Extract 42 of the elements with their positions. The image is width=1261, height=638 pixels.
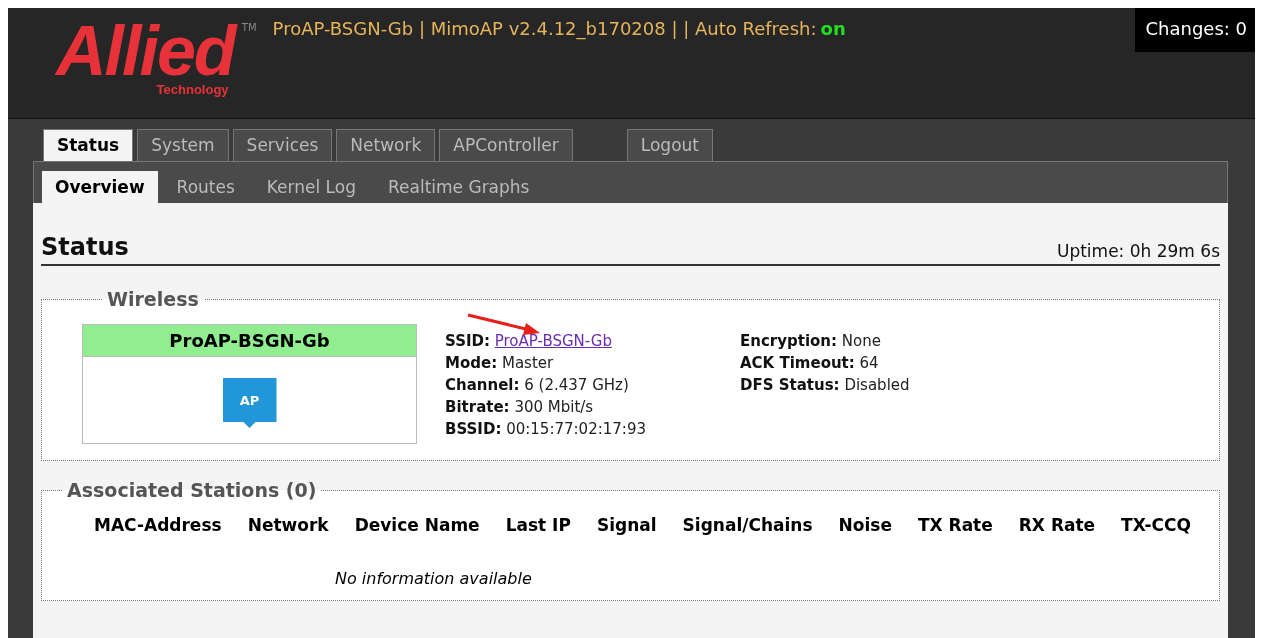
changes-counter[interactable]: Changes: 0 (1135, 8, 1255, 52)
column-header: Network (247, 515, 329, 535)
nav-tab[interactable]: Status (43, 129, 134, 161)
column-header: Device Name (354, 515, 480, 535)
section-title: Wireless (106, 288, 200, 310)
column-header: TX Rate (917, 515, 993, 535)
sub-tab[interactable]: Realtime Graphs (375, 171, 543, 203)
info-field: Bitrate: 300 Mbit/s (445, 398, 594, 416)
sub-tab[interactable]: Overview (42, 171, 158, 203)
column-header: RX Rate (1018, 515, 1096, 535)
empty-message: No information available (335, 569, 533, 588)
column-header: Last IP (505, 515, 571, 535)
column-header: Signal (596, 515, 657, 535)
nav-tab[interactable]: Services (232, 129, 333, 161)
nav-tab[interactable]: APController (439, 129, 573, 161)
column-header: TX-CCQ (1121, 515, 1191, 535)
info-field: Encryption: None (740, 332, 881, 350)
arrow-icon (466, 312, 542, 336)
info-field: BSSID: 00:15:77:02:17:93 (445, 420, 646, 438)
sub-tab[interactable]: Routes (163, 171, 248, 203)
ap-badge: AP (222, 378, 277, 428)
uptime: Uptime: 0h 29m 6s (1056, 241, 1220, 261)
trademark-mark: TM (241, 22, 257, 33)
info-field: ACK Timeout: 64 (740, 354, 879, 372)
nav-tab[interactable]: System (137, 129, 229, 161)
sub-tab[interactable]: Kernel Log (253, 171, 369, 203)
device-info: ProAP-BSGN-Gb | MimoAP v2.4.12_b170208 | | Auto Refresh: (272, 18, 817, 39)
auto-refresh-status[interactable]: on (820, 18, 846, 39)
info-field: Mode: Master (445, 354, 554, 372)
ssid-link[interactable]: ProAP-BSGN-Gb (494, 332, 612, 350)
nav-tab[interactable]: Network (336, 129, 436, 161)
section-title: Associated Stations (0) (66, 479, 318, 501)
column-header: MAC-Address (94, 515, 222, 535)
page-title: Status (41, 233, 129, 261)
nav-tab[interactable]: Logout (626, 129, 713, 161)
column-header: Noise (838, 515, 892, 535)
logo-tagline: Technology (156, 82, 229, 97)
column-header: Signal/Chains (682, 515, 813, 535)
network-name: ProAP-BSGN-Gb (83, 325, 416, 357)
info-field: SSID: ProAP-BSGN-Gb (445, 332, 612, 350)
info-field: DFS Status: Disabled (740, 376, 910, 394)
info-field: Channel: 6 (2.437 GHz) (445, 376, 629, 394)
